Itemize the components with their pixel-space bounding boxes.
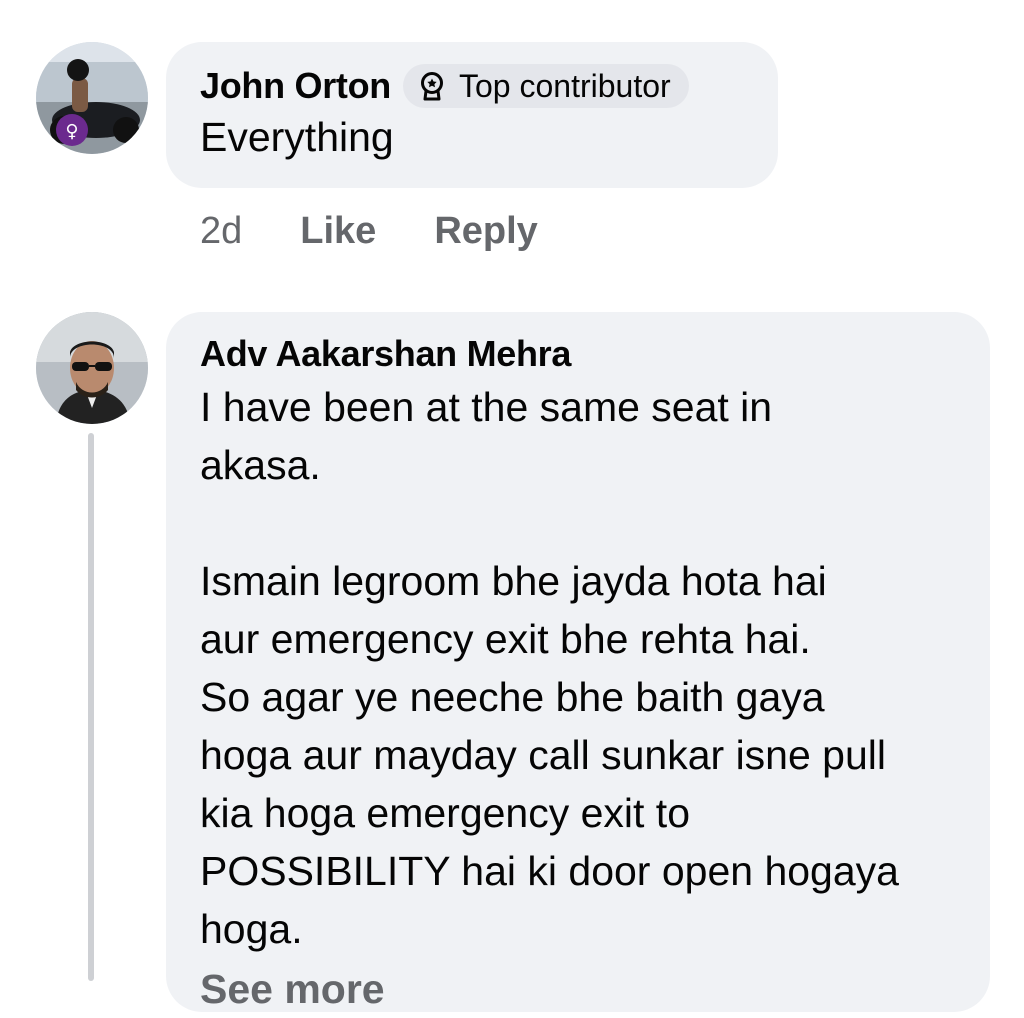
avatar[interactable]: ♀ (36, 42, 148, 154)
author-row: John Orton Top contributor (200, 64, 744, 108)
motorcycle-rider-avatar-image: ♀ (36, 42, 148, 154)
author-name[interactable]: Adv Aakarshan Mehra (200, 332, 956, 376)
thread-line (88, 433, 94, 981)
top-contributor-badge[interactable]: Top contributor (402, 64, 689, 108)
comment-bubble: John Orton Top contributor Everything (166, 42, 778, 188)
svg-text:♀: ♀ (65, 121, 78, 142)
like-button[interactable]: Like (300, 210, 376, 253)
man-with-sunglasses-avatar-image (36, 312, 148, 424)
avatar[interactable] (36, 312, 148, 424)
comment-text: Everything (200, 114, 394, 160)
see-more-link[interactable]: See more (200, 960, 385, 1018)
badge-label: Top contributor (458, 67, 671, 104)
timestamp[interactable]: 2d (200, 210, 242, 253)
top-contributor-icon (420, 72, 443, 101)
comment-text: I have been at the same seat in akasa. I… (200, 384, 899, 952)
comment-bubble: Adv Aakarshan Mehra I have been at the s… (166, 312, 990, 1012)
comment-actions: 2d Like Reply (200, 206, 596, 256)
author-name[interactable]: John Orton (200, 64, 391, 108)
reply-button[interactable]: Reply (434, 210, 537, 253)
